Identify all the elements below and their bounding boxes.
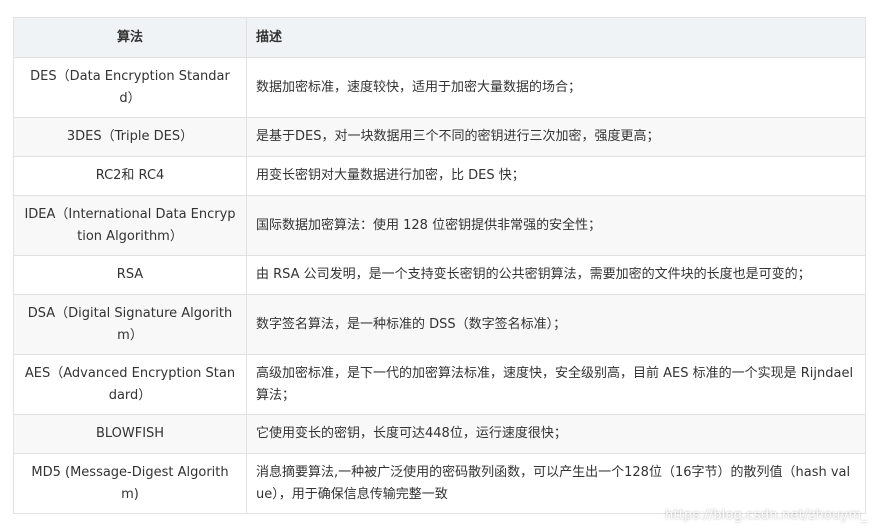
algorithm-table: 算法 描述 DES（Data Encryption Standard） 数据加密…	[13, 17, 866, 514]
table-row: MD5 (Message-Digest Algorithm) 消息摘要算法,一种…	[13, 453, 866, 514]
algorithm-cell: RC2和 RC4	[13, 156, 247, 196]
algorithm-cell: AES（Advanced Encryption Standard）	[13, 354, 247, 415]
table-row: DES（Data Encryption Standard） 数据加密标准，速度较…	[13, 57, 866, 118]
description-cell: 它使用变长的密钥，长度可达448位，运行速度很快；	[246, 414, 866, 454]
algorithm-cell: MD5 (Message-Digest Algorithm)	[13, 453, 247, 514]
description-cell: 高级加密标准，是下一代的加密算法标准，速度快，安全级别高，目前 AES 标准的一…	[246, 354, 866, 415]
table-row: AES（Advanced Encryption Standard） 高级加密标准…	[13, 354, 866, 415]
algorithm-cell: RSA	[13, 255, 247, 295]
table-row: BLOWFISH 它使用变长的密钥，长度可达448位，运行速度很快；	[13, 414, 866, 454]
description-cell: 是基于DES，对一块数据用三个不同的密钥进行三次加密，强度更高；	[246, 117, 866, 157]
table-row: RC2和 RC4 用变长密钥对大量数据进行加密，比 DES 快；	[13, 156, 866, 196]
table-row: DSA（Digital Signature Algorithm） 数字签名算法，…	[13, 294, 866, 355]
description-cell: 数据加密标准，速度较快，适用于加密大量数据的场合；	[246, 57, 866, 118]
description-cell: 由 RSA 公司发明，是一个支持变长密钥的公共密钥算法，需要加密的文件块的长度也…	[246, 255, 866, 295]
algorithm-cell: 3DES（Triple DES）	[13, 117, 247, 157]
description-cell: 用变长密钥对大量数据进行加密，比 DES 快；	[246, 156, 866, 196]
description-cell: 数字签名算法，是一种标准的 DSS（数字签名标准）；	[246, 294, 866, 355]
table-row: RSA 由 RSA 公司发明，是一个支持变长密钥的公共密钥算法，需要加密的文件块…	[13, 255, 866, 295]
header-algorithm: 算法	[13, 17, 247, 58]
description-cell: 国际数据加密算法：使用 128 位密钥提供非常强的安全性；	[246, 195, 866, 256]
algorithm-cell: DSA（Digital Signature Algorithm）	[13, 294, 247, 355]
header-description: 描述	[246, 17, 866, 58]
description-cell: 消息摘要算法,一种被广泛使用的密码散列函数，可以产生出一个128位（16字节）的…	[246, 453, 866, 514]
algorithm-cell: BLOWFISH	[13, 414, 247, 454]
watermark-url: https://blog.csdn.net/zhouym_	[665, 508, 868, 523]
table-row: 3DES（Triple DES） 是基于DES，对一块数据用三个不同的密钥进行三…	[13, 117, 866, 157]
algorithm-cell: DES（Data Encryption Standard）	[13, 57, 247, 118]
algorithm-table-container: 算法 描述 DES（Data Encryption Standard） 数据加密…	[13, 17, 866, 514]
algorithm-cell: IDEA（International Data Encryption Algor…	[13, 195, 247, 256]
table-row: IDEA（International Data Encryption Algor…	[13, 195, 866, 256]
table-header-row: 算法 描述	[13, 17, 866, 58]
